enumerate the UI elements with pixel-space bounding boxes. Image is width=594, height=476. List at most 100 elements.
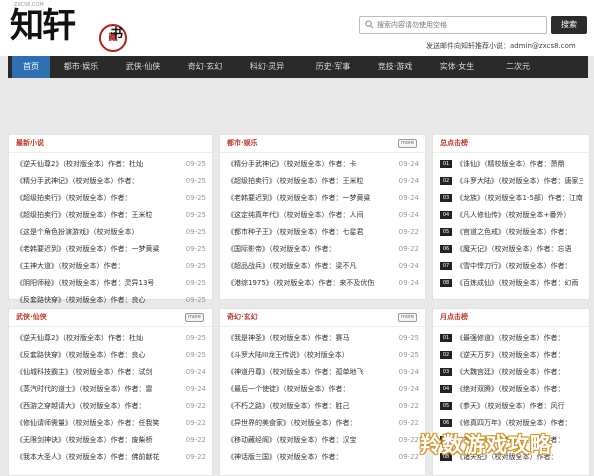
list-item[interactable]: 《西游之穿越请大》（校对版全本）作者： 09-22 bbox=[16, 399, 206, 413]
list-item[interactable]: 《反套路快穿》（校对版全本）作者：良心 09-25 bbox=[16, 293, 206, 307]
book-title-link[interactable]: 《逆天仙尊2》（校对版全本）作者：杜灿 bbox=[16, 157, 178, 171]
book-title-link[interactable]: 《绝对双腾》（校对版全本）作者： bbox=[456, 382, 583, 396]
book-title-link[interactable]: 《雪中悍刀行》（校对版全本）作者： bbox=[456, 259, 583, 273]
book-title-link[interactable]: 《老韩要迟到》（校对版全本）作者：一梦黄粱 bbox=[227, 191, 391, 205]
list-item[interactable]: 《阴阳师秘》（校对版全本）作者：灵异13号 09-25 bbox=[16, 276, 206, 290]
list-item[interactable]: 《港综1975》（校对版全本）作者：来不及优伤 09-24 bbox=[227, 276, 419, 290]
list-item[interactable]: 02 《斗罗大陆》（校对版全本）作者：唐家三少 bbox=[440, 174, 583, 188]
list-item[interactable]: 06 《魔天记》（校对版全本）作者：忘语 bbox=[440, 242, 583, 256]
list-item[interactable]: 《超品战兵》（校对版全本）作者：梁不凡 09-24 bbox=[227, 259, 419, 273]
book-title-link[interactable]: 《蒸汽时代的道士》（校对版全本）作者：雷 bbox=[16, 382, 178, 396]
book-title-link[interactable]: 《大魏宫廷》（校对版全本）作者： bbox=[456, 365, 583, 379]
list-item[interactable]: 《斗罗大陆III龙王传说》（校对版全本） 09-25 bbox=[227, 348, 419, 362]
book-title-link[interactable]: 《逆天仙尊2》（校对版全本）作者：杜灿 bbox=[16, 331, 178, 345]
nav-female[interactable]: 实体·女生 bbox=[432, 56, 482, 78]
search-button[interactable]: 搜索 bbox=[551, 16, 587, 34]
list-item[interactable]: 《这是个角色扮演游戏》（校对版全本） 09-25 bbox=[16, 225, 206, 239]
list-item[interactable]: 《神道丹尊》（校对版全本）作者：孤单地飞 09-24 bbox=[227, 365, 419, 379]
list-item[interactable]: 《移动藏经阁》（校对版全本）作者：汉宝 09-22 bbox=[227, 433, 419, 447]
book-title-link[interactable]: 《超级拍卖行》（校对版全本）作者：王米粒 bbox=[227, 174, 391, 188]
list-item[interactable]: 05 《官道之色戒》（校对版全本）作者： bbox=[440, 225, 583, 239]
book-title-link[interactable]: 《精分手武神记》（校对版全本）作者： bbox=[16, 174, 178, 188]
book-title-link[interactable]: 《参天》（校对版全本）作者：风行 bbox=[456, 399, 583, 413]
list-item[interactable]: 《我本大圣人》（校对版全本）作者：佛前献花 09-22 bbox=[16, 450, 206, 464]
list-item[interactable]: 《异世界的美食家》（校对版全本）作者： 09-22 bbox=[227, 416, 419, 430]
list-item[interactable]: 《老韩要迟到》（校对版全本）作者：一梦黄粱 09-24 bbox=[227, 191, 419, 205]
book-title-link[interactable]: 《修仙请师需量》（校对版全本）作者：任我笑 bbox=[16, 416, 178, 430]
nav-urban[interactable]: 都市·娱乐 bbox=[56, 56, 106, 78]
list-item[interactable]: 《都市种子王》（校对版全本）作者：七星君 09-22 bbox=[227, 225, 419, 239]
list-item[interactable]: 《国际影帝》（校对版全本）作者： 09-22 bbox=[227, 242, 419, 256]
list-item[interactable]: 06 《修真四万年》（校对版全本）作者： bbox=[440, 416, 583, 430]
list-item[interactable]: 《精分手武神记》（校对版全本）作者：卡 09-24 bbox=[227, 157, 419, 171]
list-item[interactable]: 05 《参天》（校对版全本）作者：风行 bbox=[440, 399, 583, 413]
list-item[interactable]: 《无限剑神诀》（校对版全本）作者：废柴桥 09-22 bbox=[16, 433, 206, 447]
book-title-link[interactable]: 《神话版三国》（校对版全本）作者： bbox=[227, 450, 391, 464]
book-title-link[interactable]: 《诛仙》（精校版全本）作者：萧鼎 bbox=[456, 157, 583, 171]
book-title-link[interactable]: 《国际影帝》（校对版全本）作者： bbox=[227, 242, 391, 256]
book-title-link[interactable]: 《这定纯真年代》（校对版全本）作者：人间 bbox=[227, 208, 391, 222]
list-item[interactable]: 04 《绝对双腾》（校对版全本）作者： bbox=[440, 382, 583, 396]
list-item[interactable]: 《最后一个使徒》（校对版全本）作者： 09-24 bbox=[227, 382, 419, 396]
book-title-link[interactable]: 《最后一个使徒》（校对版全本）作者： bbox=[227, 382, 391, 396]
list-item[interactable]: 04 《凡人修仙传》（校对版全本+番外） bbox=[440, 208, 583, 222]
list-item[interactable]: 《超级拍卖行》（校对版全本）作者：王米粒 09-25 bbox=[16, 208, 206, 222]
list-item[interactable]: 《蒸汽时代的道士》（校对版全本）作者：雷 09-24 bbox=[16, 382, 206, 396]
book-title-link[interactable]: 《主神大道》（校对版全本）作者： bbox=[16, 259, 178, 273]
book-title-link[interactable]: 《这是个角色扮演游戏》（校对版全本） bbox=[16, 225, 178, 239]
book-title-link[interactable]: 《老韩要迟到》（校对版全本）作者：一梦黄粱 bbox=[16, 242, 178, 256]
book-title-link[interactable]: 《超级拍卖行》（校对版全本）作者：王米粒 bbox=[16, 208, 178, 222]
book-title-link[interactable]: 《阴阳师秘》（校对版全本）作者：灵异13号 bbox=[16, 276, 178, 290]
list-item[interactable]: 《精分手武神记》（校对版全本）作者： 09-25 bbox=[16, 174, 206, 188]
book-title-link[interactable]: 《百炼成仙》（校对版全本）作者：幻雨 bbox=[456, 276, 583, 290]
list-item[interactable]: 《修仙请师需量》（校对版全本）作者：任我笑 09-22 bbox=[16, 416, 206, 430]
nav-wuxia[interactable]: 武侠·仙侠 bbox=[118, 56, 168, 78]
list-item[interactable]: 03 《大魏宫廷》（校对版全本）作者： bbox=[440, 365, 583, 379]
nav-history[interactable]: 历史·军事 bbox=[308, 56, 358, 78]
book-title-link[interactable]: 《西游之穿越请大》（校对版全本）作者： bbox=[16, 399, 178, 413]
list-item[interactable]: 《逆天仙尊2》（校对版全本）作者：杜灿 09-25 bbox=[16, 331, 206, 345]
more-link[interactable]: more bbox=[398, 139, 417, 148]
list-item[interactable]: 《逆天仙尊2》（校对版全本）作者：杜灿 09-25 bbox=[16, 157, 206, 171]
book-title-link[interactable]: 《逆天万岁》（校对版全本）作者： bbox=[456, 348, 583, 362]
book-title-link[interactable]: 《修真四万年》（校对版全本）作者： bbox=[456, 416, 583, 430]
book-title-link[interactable]: 《精分手武神记》（校对版全本）作者：卡 bbox=[227, 157, 391, 171]
list-item[interactable]: 《不朽之路》（校对版全本）作者：胜己 09-22 bbox=[227, 399, 419, 413]
list-item[interactable]: 01 《诛仙》（精校版全本）作者：萧鼎 bbox=[440, 157, 583, 171]
list-item[interactable]: 《仙城科技霸主》（校对版全本）作者：试剑 09-24 bbox=[16, 365, 206, 379]
nav-anime[interactable]: 二次元 bbox=[496, 56, 540, 78]
book-title-link[interactable]: 《斗罗大陆》（校对版全本）作者：唐家三少 bbox=[456, 174, 583, 188]
list-item[interactable]: 《神话版三国》（校对版全本）作者： 09-22 bbox=[227, 450, 419, 464]
book-title-link[interactable]: 《不朽之路》（校对版全本）作者：胜己 bbox=[227, 399, 391, 413]
list-item[interactable]: 03 《龙族》（校对版全本1-5部）作者：江南 bbox=[440, 191, 583, 205]
book-title-link[interactable]: 《龙族》（校对版全本1-5部）作者：江南 bbox=[456, 191, 583, 205]
list-item[interactable]: 《这定纯真年代》（校对版全本）作者：人间 09-24 bbox=[227, 208, 419, 222]
list-item[interactable]: 《超级拍卖行》（校对版全本）作者： 09-25 bbox=[16, 191, 206, 205]
list-item[interactable]: 07 《雪中悍刀行》（校对版全本）作者： bbox=[440, 259, 583, 273]
book-title-link[interactable]: 《超级拍卖行》（校对版全本）作者： bbox=[16, 191, 178, 205]
nav-home[interactable]: 首页 bbox=[12, 56, 50, 78]
nav-fantasy[interactable]: 奇幻·玄幻 bbox=[180, 56, 230, 78]
book-title-link[interactable]: 《反套路快穿》（校对版全本）作者：良心 bbox=[16, 348, 178, 362]
list-item[interactable]: 01 《最强修道》（校对版全本）作者： bbox=[440, 331, 583, 345]
book-title-link[interactable]: 《我本大圣人》（校对版全本）作者：佛前献花 bbox=[16, 450, 178, 464]
site-logo[interactable]: 知轩 bbox=[10, 6, 76, 46]
book-title-link[interactable]: 《斗罗大陆III龙王传说》（校对版全本） bbox=[227, 348, 391, 362]
book-title-link[interactable]: 《异世界的美食家》（校对版全本）作者： bbox=[227, 416, 391, 430]
book-title-link[interactable]: 《我是神圣》（校对版全本）作者：赛马 bbox=[227, 331, 391, 345]
book-title-link[interactable]: 《官道之色戒》（校对版全本）作者： bbox=[456, 225, 583, 239]
list-item[interactable]: 《我是神圣》（校对版全本）作者：赛马 09-25 bbox=[227, 331, 419, 345]
nav-games[interactable]: 竞技·游戏 bbox=[370, 56, 420, 78]
list-item[interactable]: 02 《逆天万岁》（校对版全本）作者： bbox=[440, 348, 583, 362]
book-title-link[interactable]: 《移动藏经阁》（校对版全本）作者：汉宝 bbox=[227, 433, 391, 447]
search-input[interactable] bbox=[377, 17, 545, 33]
book-title-link[interactable]: 《魔天记》（校对版全本）作者：忘语 bbox=[456, 242, 583, 256]
list-item[interactable]: 《反套路快穿》（校对版全本）作者：良心 09-25 bbox=[16, 348, 206, 362]
book-title-link[interactable]: 《凡人修仙传》（校对版全本+番外） bbox=[456, 208, 583, 222]
book-title-link[interactable]: 《无限剑神诀》（校对版全本）作者：废柴桥 bbox=[16, 433, 178, 447]
list-item[interactable]: 《超级拍卖行》（校对版全本）作者：王米粒 09-24 bbox=[227, 174, 419, 188]
book-title-link[interactable]: 《最强修道》（校对版全本）作者： bbox=[456, 331, 583, 345]
book-title-link[interactable]: 《神道丹尊》（校对版全本）作者：孤单地飞 bbox=[227, 365, 391, 379]
nav-scifi[interactable]: 科幻·灵异 bbox=[242, 56, 292, 78]
book-title-link[interactable]: 《超品战兵》（校对版全本）作者：梁不凡 bbox=[227, 259, 391, 273]
